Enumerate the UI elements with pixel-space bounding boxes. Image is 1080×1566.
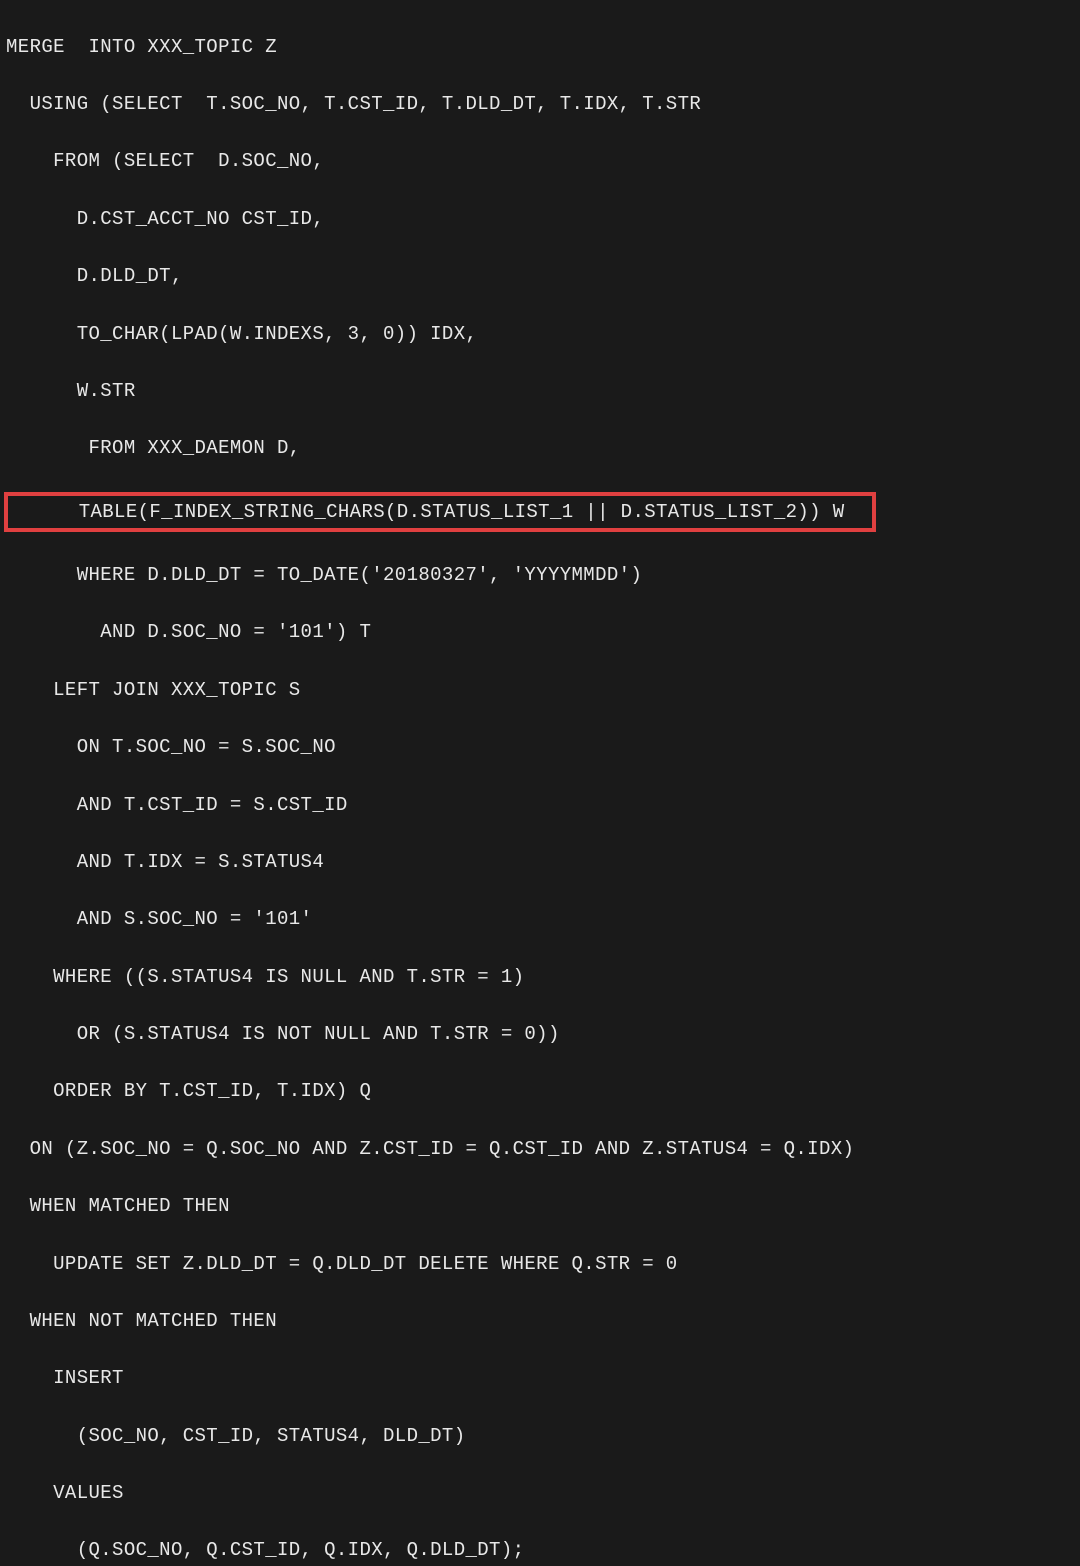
code-line: OR (S.STATUS4 IS NOT NULL AND T.STR = 0)… (6, 1020, 1074, 1049)
code-line: MERGE INTO XXX_TOPIC Z (6, 33, 1074, 62)
code-line: UPDATE SET Z.DLD_DT = Q.DLD_DT DELETE WH… (6, 1250, 1074, 1279)
code-line: (Q.SOC_NO, Q.CST_ID, Q.IDX, Q.DLD_DT); (6, 1536, 1074, 1565)
code-line: W.STR (6, 377, 1074, 406)
code-line: WHEN NOT MATCHED THEN (6, 1307, 1074, 1336)
highlight-box: TABLE(F_INDEX_STRING_CHARS(D.STATUS_LIST… (4, 492, 876, 533)
code-text: TABLE(F_INDEX_STRING_CHARS(D.STATUS_LIST… (8, 501, 845, 523)
code-line: ON T.SOC_NO = S.SOC_NO (6, 733, 1074, 762)
code-line: FROM XXX_DAEMON D, (6, 434, 1074, 463)
code-line: D.DLD_DT, (6, 262, 1074, 291)
code-line: D.CST_ACCT_NO CST_ID, (6, 205, 1074, 234)
code-line: AND D.SOC_NO = '101') T (6, 618, 1074, 647)
code-line: WHEN MATCHED THEN (6, 1192, 1074, 1221)
code-line: ORDER BY T.CST_ID, T.IDX) Q (6, 1077, 1074, 1106)
code-line: LEFT JOIN XXX_TOPIC S (6, 676, 1074, 705)
code-line: AND T.IDX = S.STATUS4 (6, 848, 1074, 877)
code-line: FROM (SELECT D.SOC_NO, (6, 147, 1074, 176)
code-line-highlighted: TABLE(F_INDEX_STRING_CHARS(D.STATUS_LIST… (6, 492, 1074, 533)
code-line: USING (SELECT T.SOC_NO, T.CST_ID, T.DLD_… (6, 90, 1074, 119)
code-line: VALUES (6, 1479, 1074, 1508)
code-line: WHERE D.DLD_DT = TO_DATE('20180327', 'YY… (6, 561, 1074, 590)
code-line: INSERT (6, 1364, 1074, 1393)
sql-code-block: MERGE INTO XXX_TOPIC Z USING (SELECT T.S… (6, 4, 1074, 1566)
code-line: ON (Z.SOC_NO = Q.SOC_NO AND Z.CST_ID = Q… (6, 1135, 1074, 1164)
code-line: WHERE ((S.STATUS4 IS NULL AND T.STR = 1) (6, 963, 1074, 992)
code-line: TO_CHAR(LPAD(W.INDEXS, 3, 0)) IDX, (6, 320, 1074, 349)
code-line: AND S.SOC_NO = '101' (6, 905, 1074, 934)
code-line: (SOC_NO, CST_ID, STATUS4, DLD_DT) (6, 1422, 1074, 1451)
code-line: AND T.CST_ID = S.CST_ID (6, 791, 1074, 820)
